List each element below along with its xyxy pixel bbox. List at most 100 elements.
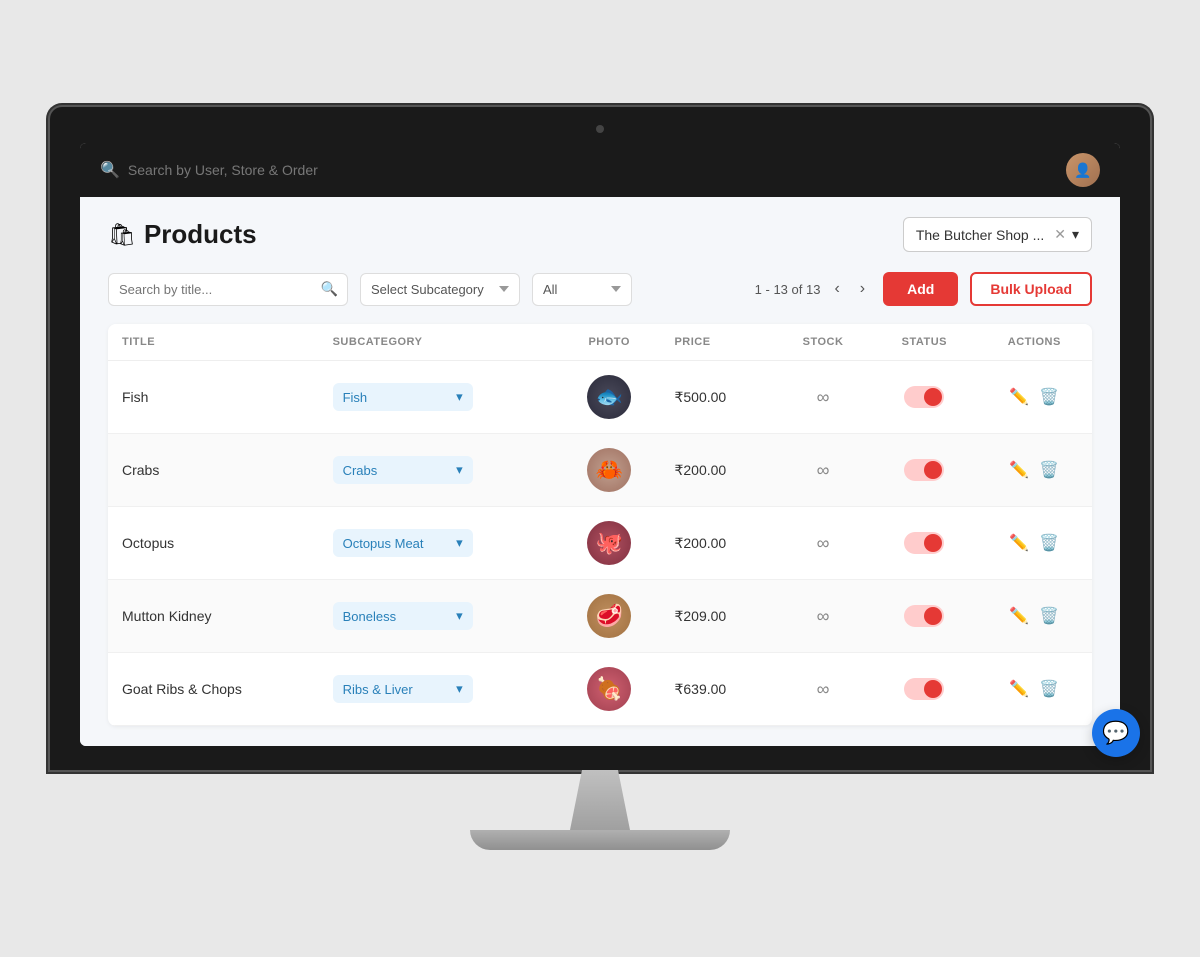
subcategory-label: Boneless <box>343 609 396 624</box>
bulk-upload-button[interactable]: Bulk Upload <box>970 272 1092 306</box>
stock-value: ∞ <box>817 533 830 553</box>
row-actions: ✏️ 🗑️ <box>977 361 1092 434</box>
subcategory-dropdown[interactable]: Fish ▾ <box>333 383 473 411</box>
row-stock: ∞ <box>774 434 872 507</box>
row-stock: ∞ <box>774 361 872 434</box>
product-photo: 🥩 <box>587 594 631 638</box>
table-row: Octopus Octopus Meat ▾ 🐙 ₹200.00 ∞ <box>108 507 1092 580</box>
chevron-down-icon: ▾ <box>456 389 463 405</box>
edit-icon[interactable]: ✏️ <box>1009 606 1029 626</box>
page-header: 🛍 Products The Butcher Shop ... ✕ ▾ <box>108 217 1092 252</box>
status-toggle[interactable] <box>904 532 944 554</box>
add-button[interactable]: Add <box>883 272 958 306</box>
chevron-down-icon: ▾ <box>456 681 463 697</box>
subcategory-dropdown[interactable]: Octopus Meat ▾ <box>333 529 473 557</box>
row-stock: ∞ <box>774 507 872 580</box>
status-toggle[interactable] <box>904 386 944 408</box>
row-price: ₹200.00 <box>660 507 774 580</box>
product-photo: 🍖 <box>587 667 631 711</box>
monitor-camera <box>596 125 604 133</box>
title-search-input[interactable] <box>108 273 348 306</box>
row-price: ₹500.00 <box>660 361 774 434</box>
row-subcategory[interactable]: Fish ▾ <box>319 361 558 434</box>
product-photo: 🐙 <box>587 521 631 565</box>
chevron-down-icon: ▾ <box>456 462 463 478</box>
row-price: ₹209.00 <box>660 580 774 653</box>
edit-icon[interactable]: ✏️ <box>1009 533 1029 553</box>
row-price: ₹639.00 <box>660 653 774 726</box>
topbar-search-area[interactable]: 🔍 Search by User, Store & Order <box>100 160 318 180</box>
delete-icon[interactable]: 🗑️ <box>1039 679 1059 699</box>
table-row: Goat Ribs & Chops Ribs & Liver ▾ 🍖 ₹639.… <box>108 653 1092 726</box>
filter-row: 🔍 Select Subcategory All 1 - 13 of 13 ‹ … <box>108 272 1092 306</box>
chat-fab-button[interactable]: 💬 <box>1092 709 1140 757</box>
search-icon: 🔍 <box>100 160 120 180</box>
user-avatar[interactable]: 👤 <box>1066 153 1100 187</box>
col-header-photo: PHOTO <box>558 324 661 361</box>
row-status[interactable] <box>872 434 977 507</box>
next-page-button[interactable]: › <box>854 278 871 300</box>
row-price: ₹200.00 <box>660 434 774 507</box>
subcategory-filter[interactable]: Select Subcategory <box>360 273 520 306</box>
edit-icon[interactable]: ✏️ <box>1009 460 1029 480</box>
row-status[interactable] <box>872 507 977 580</box>
status-toggle[interactable] <box>904 605 944 627</box>
status-filter[interactable]: All <box>532 273 632 306</box>
col-header-price: PRICE <box>660 324 774 361</box>
row-stock: ∞ <box>774 653 872 726</box>
shopping-bag-icon: 🛍 <box>108 222 136 248</box>
col-header-subcategory: SUBCATEGORY <box>319 324 558 361</box>
subcategory-dropdown[interactable]: Ribs & Liver ▾ <box>333 675 473 703</box>
col-header-stock: STOCK <box>774 324 872 361</box>
col-header-title: TITLE <box>108 324 319 361</box>
edit-icon[interactable]: ✏️ <box>1009 387 1029 407</box>
row-photo: 🐙 <box>558 507 661 580</box>
row-photo: 🐟 <box>558 361 661 434</box>
prev-page-button[interactable]: ‹ <box>828 278 845 300</box>
monitor-neck <box>570 770 630 830</box>
row-subcategory[interactable]: Ribs & Liver ▾ <box>319 653 558 726</box>
row-status[interactable] <box>872 361 977 434</box>
chevron-down-icon: ▾ <box>1072 226 1079 243</box>
row-title: Goat Ribs & Chops <box>108 653 319 726</box>
delete-icon[interactable]: 🗑️ <box>1039 533 1059 553</box>
toggle-knob <box>924 607 942 625</box>
row-actions: ✏️ 🗑️ <box>977 653 1092 726</box>
subcategory-dropdown[interactable]: Crabs ▾ <box>333 456 473 484</box>
chevron-down-icon: ▾ <box>456 608 463 624</box>
row-photo: 🥩 <box>558 580 661 653</box>
toggle-knob <box>924 534 942 552</box>
subcategory-label: Crabs <box>343 463 378 478</box>
shop-selector[interactable]: The Butcher Shop ... ✕ ▾ <box>903 217 1092 252</box>
stock-value: ∞ <box>817 460 830 480</box>
status-toggle[interactable] <box>904 459 944 481</box>
shop-close-icon[interactable]: ✕ <box>1054 226 1066 243</box>
shop-name: The Butcher Shop ... <box>916 227 1044 243</box>
row-stock: ∞ <box>774 580 872 653</box>
delete-icon[interactable]: 🗑️ <box>1039 460 1059 480</box>
toggle-knob <box>924 680 942 698</box>
subcategory-dropdown[interactable]: Boneless ▾ <box>333 602 473 630</box>
col-header-status: STATUS <box>872 324 977 361</box>
row-title: Crabs <box>108 434 319 507</box>
edit-icon[interactable]: ✏️ <box>1009 679 1029 699</box>
row-subcategory[interactable]: Octopus Meat ▾ <box>319 507 558 580</box>
delete-icon[interactable]: 🗑️ <box>1039 606 1059 626</box>
row-subcategory[interactable]: Boneless ▾ <box>319 580 558 653</box>
toggle-knob <box>924 461 942 479</box>
table-row: Mutton Kidney Boneless ▾ 🥩 ₹209.00 ∞ <box>108 580 1092 653</box>
toggle-knob <box>924 388 942 406</box>
row-actions: ✏️ 🗑️ <box>977 580 1092 653</box>
row-photo: 🍖 <box>558 653 661 726</box>
row-subcategory[interactable]: Crabs ▾ <box>319 434 558 507</box>
col-header-actions: ACTIONS <box>977 324 1092 361</box>
status-toggle[interactable] <box>904 678 944 700</box>
chevron-down-icon: ▾ <box>456 535 463 551</box>
row-actions: ✏️ 🗑️ <box>977 434 1092 507</box>
table-row: Crabs Crabs ▾ 🦀 ₹200.00 ∞ <box>108 434 1092 507</box>
row-photo: 🦀 <box>558 434 661 507</box>
row-status[interactable] <box>872 580 977 653</box>
subcategory-label: Octopus Meat <box>343 536 424 551</box>
delete-icon[interactable]: 🗑️ <box>1039 387 1059 407</box>
row-status[interactable] <box>872 653 977 726</box>
